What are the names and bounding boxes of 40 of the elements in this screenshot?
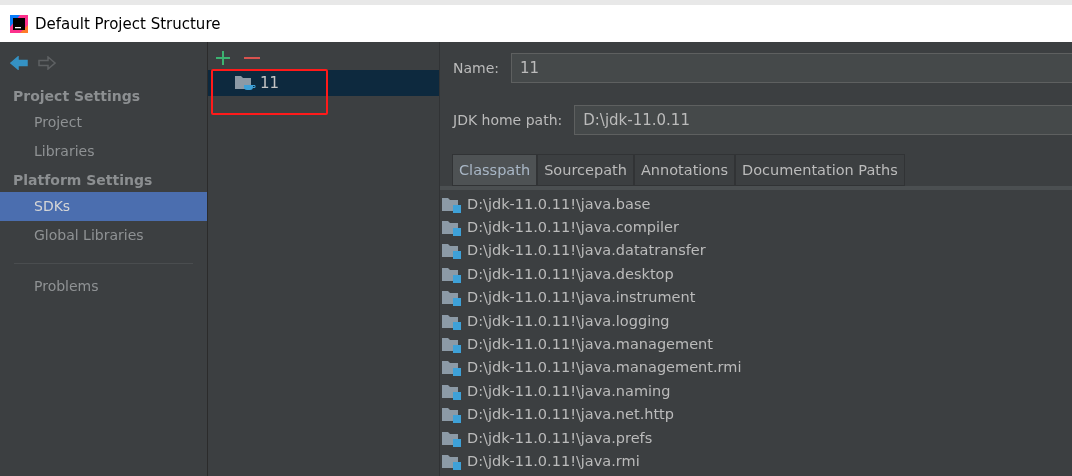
classpath-entry: D:\jdk-11.0.11!\java.base [467,195,651,212]
sidebar-item[interactable]: Global Libraries [0,221,207,250]
folder-cup-icon [234,74,256,92]
sidebar-item[interactable]: Project [0,108,207,137]
name-field[interactable]: 11 [511,53,1072,83]
window-title: Default Project Structure [35,14,221,33]
folder-icon [442,335,462,354]
field-label: Name: [453,60,500,76]
classpath-entry: D:\jdk-11.0.11!\java.datatransfer [467,242,706,259]
tab[interactable]: Sourcepath [537,154,634,186]
folder-icon [442,218,462,237]
classpath-entry: D:\jdk-11.0.11!\java.desktop [467,265,674,282]
classpath-entry: D:\jdk-11.0.11!\java.logging [467,312,670,329]
classpath-entry: D:\jdk-11.0.11!\java.compiler [467,219,679,236]
classpath-entry: D:\jdk-11.0.11!\java.net.http [467,406,674,423]
classpath-entry: D:\jdk-11.0.11!\java.instrument [467,289,696,306]
back-arrow-icon[interactable] [10,56,28,70]
field-label: JDK home path: [453,112,563,128]
classpath-entry: D:\jdk-11.0.11!\java.prefs [467,429,653,446]
tab[interactable]: Documentation Paths [735,154,905,186]
section-title: Platform Settings [12,171,154,190]
app-logo-icon [10,14,28,33]
tab[interactable]: Classpath [452,154,538,186]
section-title: Project Settings [12,87,142,106]
add-icon[interactable] [216,51,230,65]
tab[interactable]: Annotations [633,154,735,186]
folder-icon [442,288,462,307]
classpath-entry: D:\jdk-11.0.11!\java.management [467,336,713,353]
folder-icon [442,358,462,377]
sidebar-item[interactable]: Libraries [0,137,207,166]
folder-icon [442,452,462,470]
sidebar-item[interactable]: SDKs [0,192,207,221]
classpath-entry: D:\jdk-11.0.11!\java.rmi [467,453,640,469]
classpath-entry: D:\jdk-11.0.11!\java.naming [467,382,671,399]
path-field[interactable]: D:\jdk-11.0.11 [574,105,1072,135]
classpath-entry: D:\jdk-11.0.11!\java.management.rmi [467,359,742,376]
folder-icon [442,405,462,424]
sdk-list-item[interactable]: 11 [208,70,439,96]
folder-icon [442,241,462,260]
sidebar-item[interactable]: Problems [0,272,207,301]
